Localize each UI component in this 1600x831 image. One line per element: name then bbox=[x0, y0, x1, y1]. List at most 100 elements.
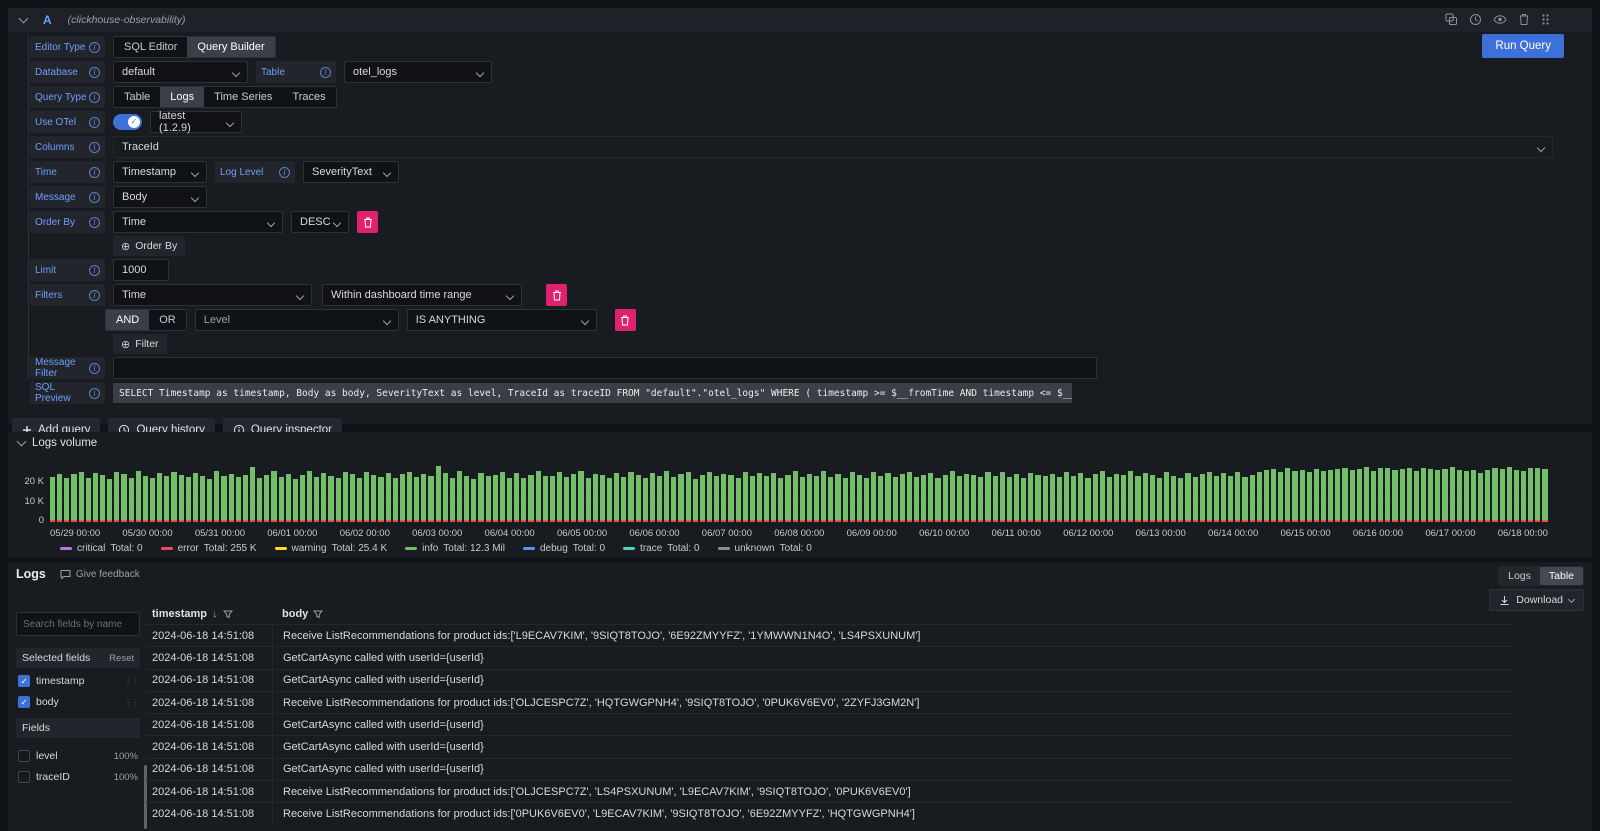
selected-field-timestamp[interactable]: timestamp ⋮⋮ bbox=[16, 673, 140, 689]
volume-bar bbox=[528, 475, 533, 522]
reset-fields-button[interactable]: Reset bbox=[109, 653, 134, 664]
volume-bar bbox=[885, 473, 890, 522]
timestamp-column-header[interactable]: timestamp bbox=[146, 608, 272, 620]
checkbox-empty-icon[interactable] bbox=[18, 750, 30, 762]
volume-bar bbox=[1421, 468, 1426, 522]
editor-type-option-sql[interactable]: SQL Editor bbox=[114, 37, 187, 57]
duplicate-icon[interactable] bbox=[1445, 13, 1458, 26]
volume-bar bbox=[1178, 478, 1183, 522]
selected-field-body[interactable]: body ⋮⋮ bbox=[16, 694, 140, 710]
volume-bar bbox=[1314, 469, 1319, 522]
volume-bar bbox=[1300, 470, 1305, 522]
volume-bar bbox=[1278, 472, 1283, 522]
volume-bar bbox=[321, 473, 326, 522]
remove-filter2-button[interactable] bbox=[615, 309, 636, 331]
volume-bar bbox=[1242, 477, 1247, 522]
y-tick-20k: 20 K bbox=[24, 476, 44, 487]
checkbox-checked-icon[interactable] bbox=[18, 675, 30, 687]
sort-desc-icon[interactable] bbox=[212, 608, 218, 620]
volume-bar bbox=[1028, 473, 1033, 522]
legend-item-warning[interactable]: warningTotal: 25.4 K bbox=[275, 543, 388, 554]
history-clock-icon[interactable] bbox=[1469, 13, 1482, 26]
query-type-option-table[interactable]: Table bbox=[114, 87, 160, 107]
drag-handle-icon[interactable]: ⋮⋮ bbox=[124, 677, 138, 686]
checkbox-checked-icon[interactable] bbox=[18, 696, 30, 708]
time-column-select[interactable]: Timestamp bbox=[113, 161, 207, 183]
query-type-option-timeseries[interactable]: Time Series bbox=[204, 87, 282, 107]
x-axis-ticks: 05/29 00:0005/30 00:0005/31 00:0006/01 0… bbox=[50, 528, 1548, 539]
volume-collapse-chevron-icon[interactable] bbox=[17, 437, 27, 447]
query-type-option-logs[interactable]: Logs bbox=[160, 87, 204, 107]
field-traceid[interactable]: traceID 100% bbox=[16, 769, 140, 785]
database-select[interactable]: default bbox=[113, 61, 248, 83]
table-select[interactable]: otel_logs bbox=[344, 61, 492, 83]
message-filter-input[interactable] bbox=[122, 362, 1088, 374]
columns-multiselect[interactable]: TraceId bbox=[113, 136, 1553, 158]
otel-version-select[interactable]: latest (1.2.9) bbox=[150, 111, 242, 133]
legend-item-unknown[interactable]: unknownTotal: 0 bbox=[718, 543, 812, 554]
legend-item-trace[interactable]: traceTotal: 0 bbox=[623, 543, 699, 554]
volume-bar bbox=[328, 476, 333, 522]
volume-bar bbox=[764, 476, 769, 522]
conjunction-and[interactable]: AND bbox=[106, 310, 149, 330]
filter1-field-select[interactable]: Time bbox=[113, 284, 312, 306]
field-level[interactable]: level 100% bbox=[16, 748, 140, 764]
volume-bar bbox=[1307, 472, 1312, 522]
volume-bar bbox=[314, 477, 319, 522]
remove-order-by-button[interactable] bbox=[357, 211, 378, 233]
add-order-by-button[interactable]: ⊕Order By bbox=[113, 236, 185, 256]
order-by-direction-select[interactable]: DESC bbox=[291, 211, 349, 233]
editor-type-option-builder[interactable]: Query Builder bbox=[187, 37, 274, 57]
give-feedback-link[interactable]: Give feedback bbox=[60, 569, 140, 580]
volume-bar bbox=[1528, 468, 1533, 522]
drag-handle-icon[interactable]: ⋮⋮ bbox=[124, 698, 138, 707]
filter2-field-select[interactable]: Level bbox=[195, 309, 399, 331]
checkbox-empty-icon[interactable] bbox=[18, 771, 30, 783]
filters-label: Filters bbox=[30, 284, 105, 306]
volume-bar bbox=[1085, 478, 1090, 522]
delete-query-trash-icon[interactable] bbox=[1518, 13, 1530, 26]
message-column-select[interactable]: Body bbox=[113, 186, 207, 208]
filter-icon[interactable] bbox=[223, 610, 233, 619]
volume-bar bbox=[814, 476, 819, 522]
volume-bar bbox=[1271, 469, 1276, 522]
collapse-chevron-icon[interactable] bbox=[19, 14, 29, 24]
volume-bar bbox=[1228, 476, 1233, 522]
volume-bar bbox=[1064, 472, 1069, 522]
volume-bar bbox=[121, 474, 126, 522]
conjunction-or[interactable]: OR bbox=[149, 310, 186, 330]
search-fields-input[interactable] bbox=[16, 612, 140, 636]
query-row-header[interactable]: A (clickhouse-observability) bbox=[8, 8, 1592, 32]
drag-handle-icon[interactable] bbox=[1541, 13, 1550, 26]
query-type-option-traces[interactable]: Traces bbox=[282, 87, 335, 107]
volume-chart-plot[interactable] bbox=[50, 462, 1548, 522]
volume-bar bbox=[864, 478, 869, 522]
remove-filter1-button[interactable] bbox=[546, 284, 567, 306]
legend-series-name: info bbox=[422, 543, 438, 554]
view-option-table[interactable]: Table bbox=[1540, 567, 1583, 585]
volume-bar bbox=[586, 478, 591, 522]
volume-bar bbox=[785, 475, 790, 522]
volume-bar bbox=[1342, 468, 1347, 522]
add-filter-button[interactable]: ⊕Filter bbox=[113, 334, 167, 354]
hide-response-eye-icon[interactable] bbox=[1493, 13, 1507, 26]
editor-type-label: Editor Type bbox=[30, 36, 105, 58]
log-level-column-select[interactable]: SeverityText bbox=[303, 161, 399, 183]
volume-bar bbox=[978, 477, 983, 522]
order-by-field-select[interactable]: Time bbox=[113, 211, 283, 233]
filter-icon[interactable] bbox=[313, 610, 323, 619]
limit-input[interactable] bbox=[122, 264, 160, 276]
filter1-operator-select[interactable]: Within dashboard time range bbox=[322, 284, 522, 306]
legend-item-error[interactable]: errorTotal: 255 K bbox=[161, 543, 257, 554]
legend-item-debug[interactable]: debugTotal: 0 bbox=[523, 543, 605, 554]
legend-item-info[interactable]: infoTotal: 12.3 Mil bbox=[405, 543, 505, 554]
body-column-header[interactable]: body bbox=[272, 608, 323, 620]
filter2-operator-select[interactable]: IS ANYTHING bbox=[407, 309, 597, 331]
run-query-button[interactable]: Run Query bbox=[1482, 34, 1564, 58]
volume-bar bbox=[286, 474, 291, 522]
view-option-logs[interactable]: Logs bbox=[1499, 567, 1540, 585]
volume-bar bbox=[57, 474, 62, 522]
legend-item-critical[interactable]: criticalTotal: 0 bbox=[60, 543, 143, 554]
use-otel-toggle[interactable] bbox=[113, 114, 142, 130]
datasource-name: (clickhouse-observability) bbox=[68, 14, 186, 26]
